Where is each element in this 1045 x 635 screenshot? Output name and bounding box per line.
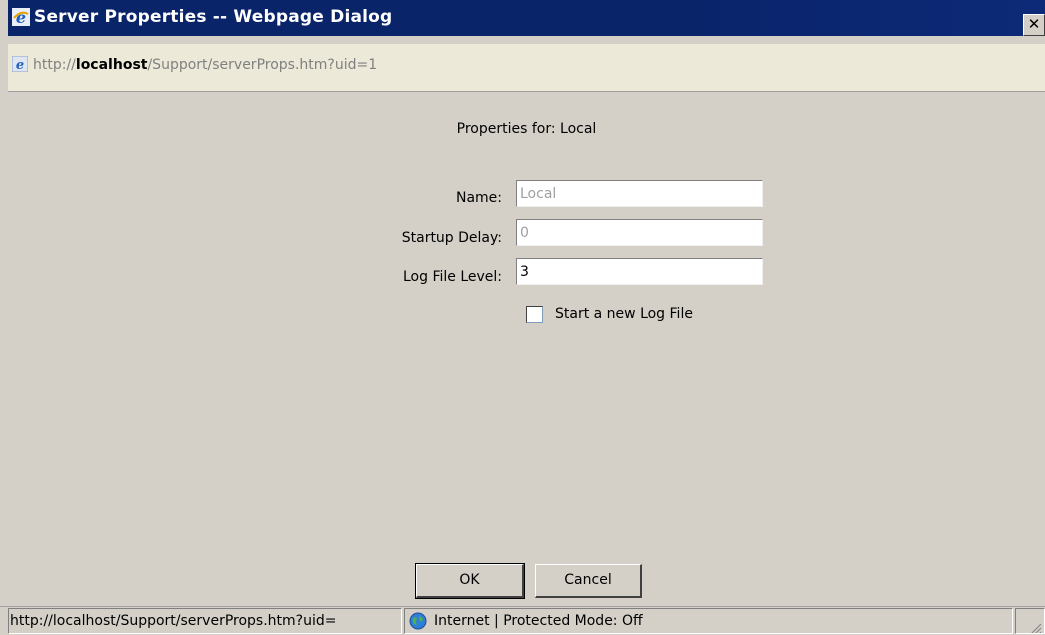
name-field[interactable] <box>516 180 763 207</box>
globe-icon <box>409 612 427 630</box>
page-title: Properties for: Local <box>456 121 597 137</box>
log-level-label: Log File Level: <box>402 269 502 285</box>
address-bar: e http://localhost/Support/serverProps.h… <box>8 44 1045 92</box>
name-label: Name: <box>455 190 502 206</box>
startup-delay-field[interactable] <box>516 219 763 246</box>
new-log-checkbox[interactable] <box>526 306 543 323</box>
window-title: Server Properties -- Webpage Dialog <box>34 7 393 27</box>
zone-text: Internet | Protected Mode: Off <box>434 613 643 629</box>
svg-text:e: e <box>16 8 26 26</box>
title-bar[interactable]: e Server Properties -- Webpage Dialog ✕ <box>8 0 1045 36</box>
close-button[interactable]: ✕ <box>1023 14 1045 36</box>
ie-page-icon: e <box>11 55 29 73</box>
resize-grip-icon <box>1030 619 1042 633</box>
svg-text:e: e <box>16 58 24 72</box>
ie-icon: e <box>12 8 30 27</box>
ok-button[interactable]: OK <box>415 563 525 599</box>
status-zone: Internet | Protected Mode: Off <box>404 608 1013 634</box>
new-log-label[interactable]: Start a new Log File <box>555 306 693 322</box>
startup-delay-label: Startup Delay: <box>401 230 502 246</box>
close-icon: ✕ <box>1027 15 1041 33</box>
status-url: http://localhost/Support/serverProps.htm… <box>8 608 402 634</box>
address-url: http://localhost/Support/serverProps.htm… <box>33 57 377 73</box>
resize-grip[interactable] <box>1015 608 1045 634</box>
log-level-field[interactable] <box>516 258 763 285</box>
cancel-button[interactable]: Cancel <box>535 564 642 598</box>
url-path: /Support/serverProps.htm?uid=1 <box>147 57 378 73</box>
status-bar: http://localhost/Support/serverProps.htm… <box>0 606 1045 635</box>
webpage-dialog: e Server Properties -- Webpage Dialog ✕ … <box>0 0 1045 635</box>
url-host: localhost <box>75 57 148 73</box>
dialog-content: Properties for: Local Name: Startup Dela… <box>8 92 1045 606</box>
url-scheme: http:// <box>33 57 76 73</box>
